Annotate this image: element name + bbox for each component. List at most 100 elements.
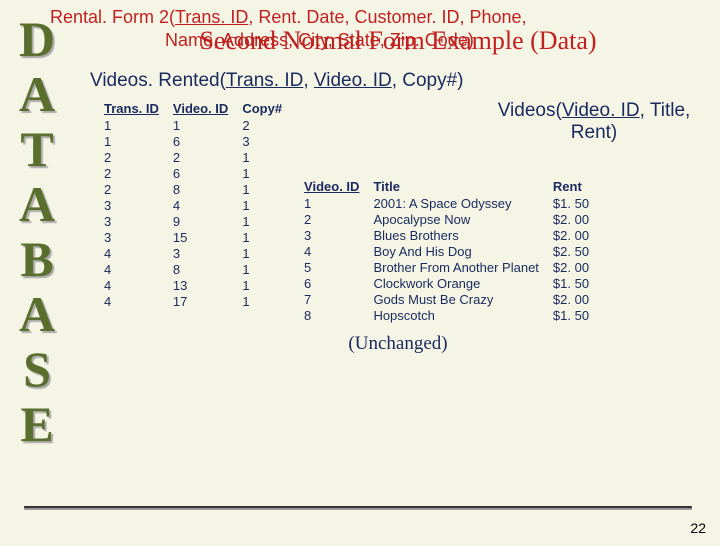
table-cell: 6: [171, 165, 240, 181]
table-cell: 1: [240, 245, 294, 261]
table-cell: 13: [171, 277, 240, 293]
unchanged-note: (Unchanged): [88, 333, 708, 355]
schema-videos-rented: Videos. Rented(Trans. ID, Video. ID, Cop…: [90, 70, 708, 92]
table-cell: $1. 50: [551, 307, 601, 323]
table-row: 4171: [102, 293, 294, 309]
table-cell: 15: [171, 229, 240, 245]
column-header: Trans. ID: [102, 100, 171, 117]
table-cell: 3: [102, 197, 171, 213]
table-cell: 3: [302, 227, 371, 243]
sidebar-letter: S: [6, 342, 68, 397]
table-row: 112: [102, 117, 294, 133]
table-row: 261: [102, 165, 294, 181]
table-row: 281: [102, 181, 294, 197]
table-cell: Blues Brothers: [371, 227, 550, 243]
table-cell: $2. 00: [551, 211, 601, 227]
table-cell: 2: [171, 149, 240, 165]
table-cell: 2001: A Space Odyssey: [371, 195, 550, 211]
table-cell: Boy And His Dog: [371, 243, 550, 259]
table-cell: 1: [240, 277, 294, 293]
table-row: 221: [102, 149, 294, 165]
table-cell: 4: [102, 293, 171, 309]
page-number: 22: [690, 520, 706, 536]
table-cell: 3: [240, 133, 294, 149]
column-header: Rent: [551, 178, 601, 195]
table-cell: 1: [240, 197, 294, 213]
column-header: Video. ID: [171, 100, 240, 117]
table-row: 4Boy And His Dog$2. 50: [302, 243, 601, 259]
table-cell: 4: [102, 245, 171, 261]
table-cell: $1. 50: [551, 195, 601, 211]
schema-videos: Videos(Video. ID, Title, Rent): [480, 100, 708, 144]
table-row: 8Hopscotch$1. 50: [302, 307, 601, 323]
column-header: Title: [371, 178, 550, 195]
table-cell: 3: [171, 245, 240, 261]
table-cell: $2. 50: [551, 243, 601, 259]
bottom-rule: [24, 506, 692, 510]
table-cell: $2. 00: [551, 291, 601, 307]
table-cell: 2: [102, 165, 171, 181]
table-cell: 1: [302, 195, 371, 211]
table-cell: Gods Must Be Crazy: [371, 291, 550, 307]
table-cell: 3: [102, 229, 171, 245]
table-cell: 1: [240, 213, 294, 229]
table-cell: 7: [302, 291, 371, 307]
table-cell: 2: [302, 211, 371, 227]
table-cell: Apocalypse Now: [371, 211, 550, 227]
table-cell: 1: [240, 149, 294, 165]
column-header: Copy#: [240, 100, 294, 117]
table-row: 3Blues Brothers$2. 00: [302, 227, 601, 243]
sidebar-letter: A: [6, 287, 68, 342]
table-cell: Brother From Another Planet: [371, 259, 550, 275]
table-row: 391: [102, 213, 294, 229]
table-cell: 1: [240, 293, 294, 309]
table-cell: 2: [240, 117, 294, 133]
table-cell: 1: [240, 229, 294, 245]
table-cell: 9: [171, 213, 240, 229]
table-cell: Hopscotch: [371, 307, 550, 323]
table-row: 481: [102, 261, 294, 277]
slide-title: Second Normal Form Example (Data): [88, 26, 708, 56]
table-cell: 3: [102, 213, 171, 229]
table-row: 4131: [102, 277, 294, 293]
sidebar-letter: T: [6, 122, 68, 177]
sidebar-letter: E: [6, 397, 68, 452]
table-row: 7Gods Must Be Crazy$2. 00: [302, 291, 601, 307]
table-cell: 6: [302, 275, 371, 291]
table-cell: 17: [171, 293, 240, 309]
table-cell: 1: [102, 117, 171, 133]
sidebar-letter: B: [6, 232, 68, 287]
table-row: 2Apocalypse Now$2. 00: [302, 211, 601, 227]
table-cell: 8: [302, 307, 371, 323]
sidebar-letter: A: [6, 177, 68, 232]
table-row: 5Brother From Another Planet$2. 00: [302, 259, 601, 275]
database-acronym-sidebar: DATABASE: [6, 12, 68, 452]
table-cell: 8: [171, 261, 240, 277]
table-cell: 4: [171, 197, 240, 213]
sidebar-letter: D: [6, 12, 68, 67]
videos-rented-table: Trans. IDVideo. IDCopy#11216322126128134…: [102, 100, 294, 309]
table-row: 3151: [102, 229, 294, 245]
table-cell: 8: [171, 181, 240, 197]
table-row: 6Clockwork Orange$1. 50: [302, 275, 601, 291]
table-cell: 1: [240, 165, 294, 181]
sidebar-letter: A: [6, 67, 68, 122]
table-cell: 6: [171, 133, 240, 149]
table-row: 341: [102, 197, 294, 213]
table-cell: 1: [171, 117, 240, 133]
table-row: 163: [102, 133, 294, 149]
table-row: 431: [102, 245, 294, 261]
table-cell: 2: [102, 149, 171, 165]
table-row: 12001: A Space Odyssey$1. 50: [302, 195, 601, 211]
videos-table: Video. IDTitleRent12001: A Space Odyssey…: [302, 178, 601, 323]
table-cell: $1. 50: [551, 275, 601, 291]
table-cell: 1: [240, 261, 294, 277]
table-cell: $2. 00: [551, 259, 601, 275]
table-cell: 2: [102, 181, 171, 197]
table-cell: 1: [240, 181, 294, 197]
column-header: Video. ID: [302, 178, 371, 195]
table-cell: 1: [102, 133, 171, 149]
table-cell: 4: [302, 243, 371, 259]
table-cell: 5: [302, 259, 371, 275]
table-cell: $2. 00: [551, 227, 601, 243]
